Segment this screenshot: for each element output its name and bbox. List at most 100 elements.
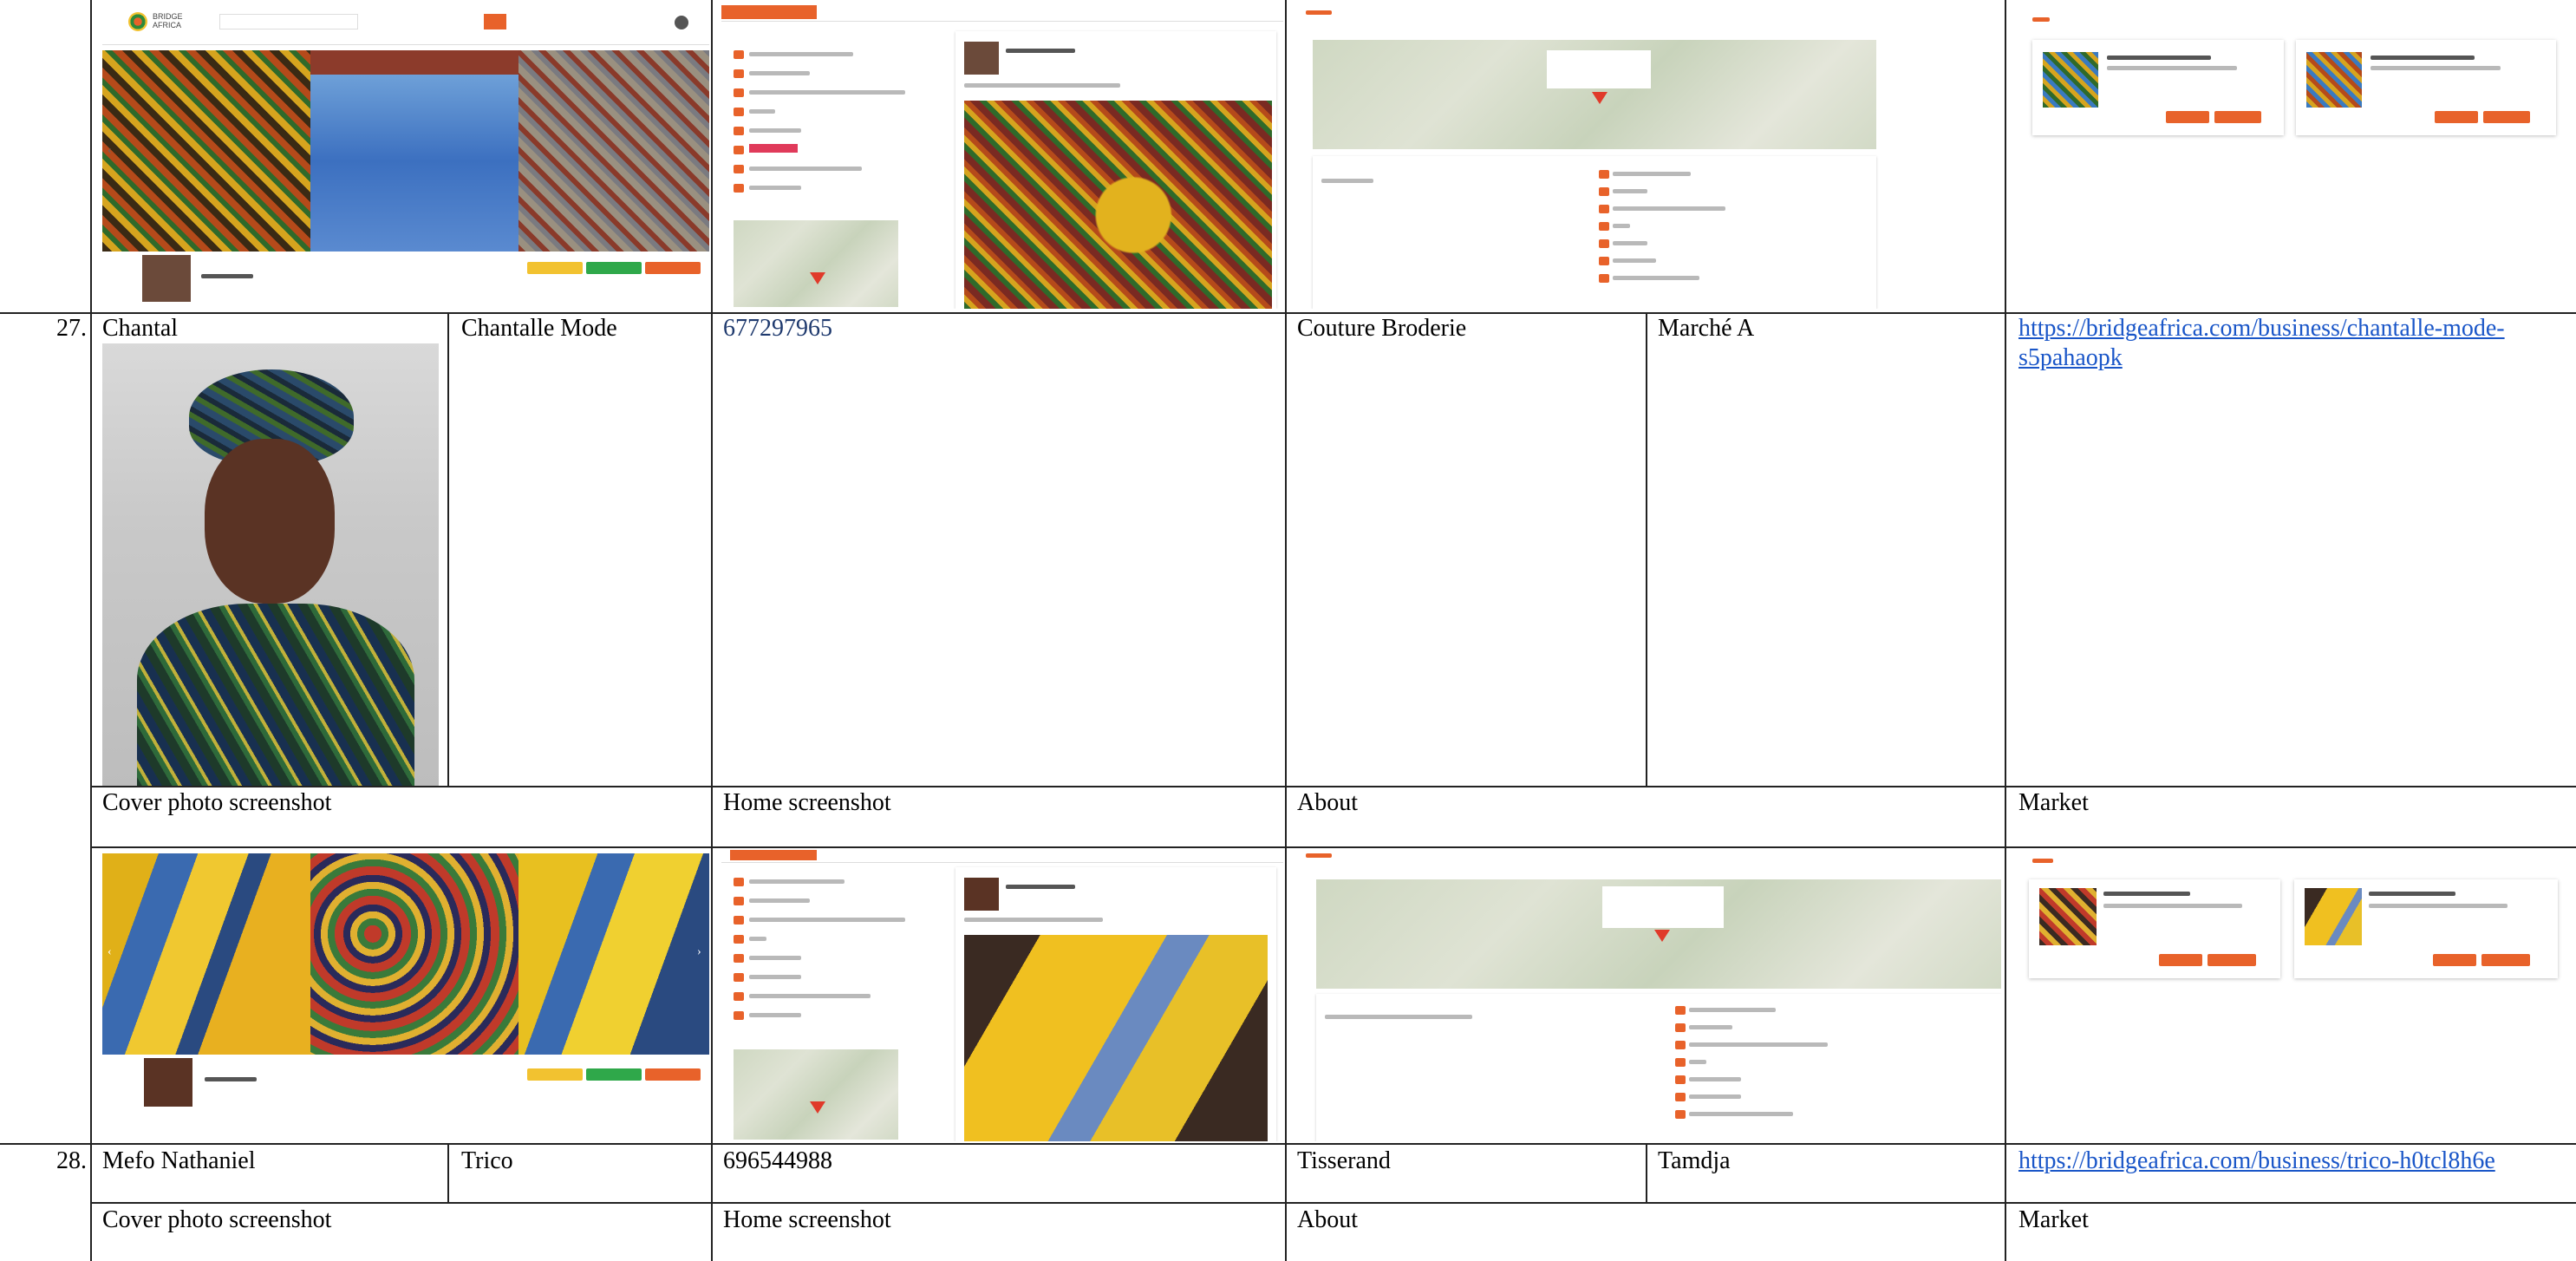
map-pin-icon (734, 88, 744, 97)
link-icon (1599, 222, 1609, 231)
cover-photo-2 (310, 853, 518, 1055)
info-line (749, 128, 801, 133)
action-button[interactable] (645, 262, 701, 274)
mail-icon (1599, 274, 1609, 283)
add-to-cart-button[interactable] (2481, 954, 2530, 966)
row-number: 27. (56, 315, 87, 342)
product-card[interactable] (2029, 879, 2280, 978)
search-icon (734, 897, 744, 905)
info-line (1613, 172, 1691, 176)
product-title (2103, 892, 2190, 896)
info-line (1689, 1042, 1828, 1047)
owner-portrait (102, 343, 439, 786)
buy-now-button[interactable] (2159, 954, 2202, 966)
info-line (749, 956, 801, 960)
cover-photo-3 (518, 50, 709, 252)
info-line (1689, 1025, 1732, 1029)
add-to-cart-button[interactable] (2483, 111, 2530, 123)
cover-photo-1 (102, 853, 310, 1055)
product-card[interactable] (2294, 879, 2558, 978)
active-tab[interactable] (730, 850, 817, 860)
product-title (2107, 56, 2211, 60)
about-panel (734, 867, 916, 1141)
info-line (749, 90, 905, 95)
product-title (2369, 892, 2455, 896)
clock-icon (734, 184, 744, 193)
info-line (749, 1013, 801, 1017)
briefcase-icon (1675, 1006, 1686, 1015)
action-button[interactable] (586, 1068, 642, 1081)
buy-now-button[interactable] (2433, 954, 2476, 966)
add-to-cart-button[interactable] (2214, 111, 2261, 123)
info-line (749, 975, 801, 979)
product-image (2306, 52, 2362, 108)
buy-now-button[interactable] (2435, 111, 2478, 123)
cover-label: Cover photo screenshot (102, 1206, 332, 1233)
search-icon (1675, 1023, 1686, 1032)
post-author-line (1006, 49, 1075, 53)
clock-icon (734, 1011, 744, 1020)
product-card[interactable] (2296, 40, 2556, 135)
chevron-left-icon[interactable]: ‹ (108, 144, 112, 158)
briefcase-icon (734, 50, 744, 59)
info-line (749, 918, 905, 922)
info-line (1613, 224, 1630, 228)
search-input[interactable] (219, 14, 358, 29)
cover-photo-3 (518, 853, 709, 1055)
home-label: Home screenshot (723, 1206, 891, 1233)
market-header-line (2032, 859, 2053, 863)
buy-now-button[interactable] (2166, 111, 2209, 123)
info-line (749, 937, 766, 941)
search-icon (734, 69, 744, 78)
link-icon (734, 935, 744, 944)
row-divider (90, 1202, 2576, 1204)
briefcase-icon (734, 878, 744, 886)
avatar[interactable] (675, 16, 688, 29)
mail-icon (734, 992, 744, 1001)
business-name: Chantalle Mode (461, 315, 617, 342)
business-url-link[interactable]: https://bridgeafrica.com/business/trico-… (2018, 1147, 2495, 1176)
action-button[interactable] (645, 1068, 701, 1081)
product-desc (2103, 904, 2242, 908)
col-divider (1285, 0, 1287, 1261)
cover-label: Cover photo screenshot (102, 789, 332, 816)
mini-map (734, 1049, 898, 1140)
action-button[interactable] (527, 1068, 583, 1081)
logo-text: BRIDGE AFRICA (153, 12, 183, 29)
about-details (1316, 994, 2001, 1141)
market-label: Market (2018, 789, 2089, 816)
info-line (749, 71, 810, 75)
map-pin-icon (734, 916, 744, 925)
add-to-cart-button[interactable] (2208, 954, 2256, 966)
product-desc (2371, 66, 2501, 70)
dress (137, 604, 414, 786)
post-text-line (964, 918, 1103, 922)
col-divider (90, 0, 92, 1261)
category: Tisserand (1297, 1147, 1391, 1174)
location: Tamdja (1658, 1147, 1731, 1174)
info-line (749, 186, 801, 190)
mail-icon (734, 165, 744, 173)
profile-thumb (142, 255, 191, 302)
info-line (1689, 1094, 1741, 1099)
active-tab[interactable] (721, 5, 817, 19)
product-title (2371, 56, 2475, 60)
post-text-line (964, 83, 1120, 88)
owner-name: Chantal (102, 315, 179, 342)
product-image (2043, 52, 2098, 108)
action-button[interactable] (586, 262, 642, 274)
about-header-line (1306, 853, 1332, 858)
product-desc (2369, 904, 2508, 908)
search-icon (1599, 187, 1609, 196)
action-button[interactable] (527, 262, 583, 274)
product-card[interactable] (2032, 40, 2284, 135)
search-icon[interactable] (484, 14, 506, 29)
map-pin-icon (810, 272, 825, 284)
user-icon (1675, 1075, 1686, 1084)
business-url-link[interactable]: https://bridgeafrica.com/business/chanta… (2018, 314, 2505, 373)
map-pin-icon (810, 1101, 825, 1114)
chevron-left-icon[interactable]: ‹ (108, 945, 112, 959)
info-line (749, 52, 853, 56)
post-card (955, 867, 1276, 1141)
chevron-right-icon[interactable]: › (697, 945, 701, 959)
